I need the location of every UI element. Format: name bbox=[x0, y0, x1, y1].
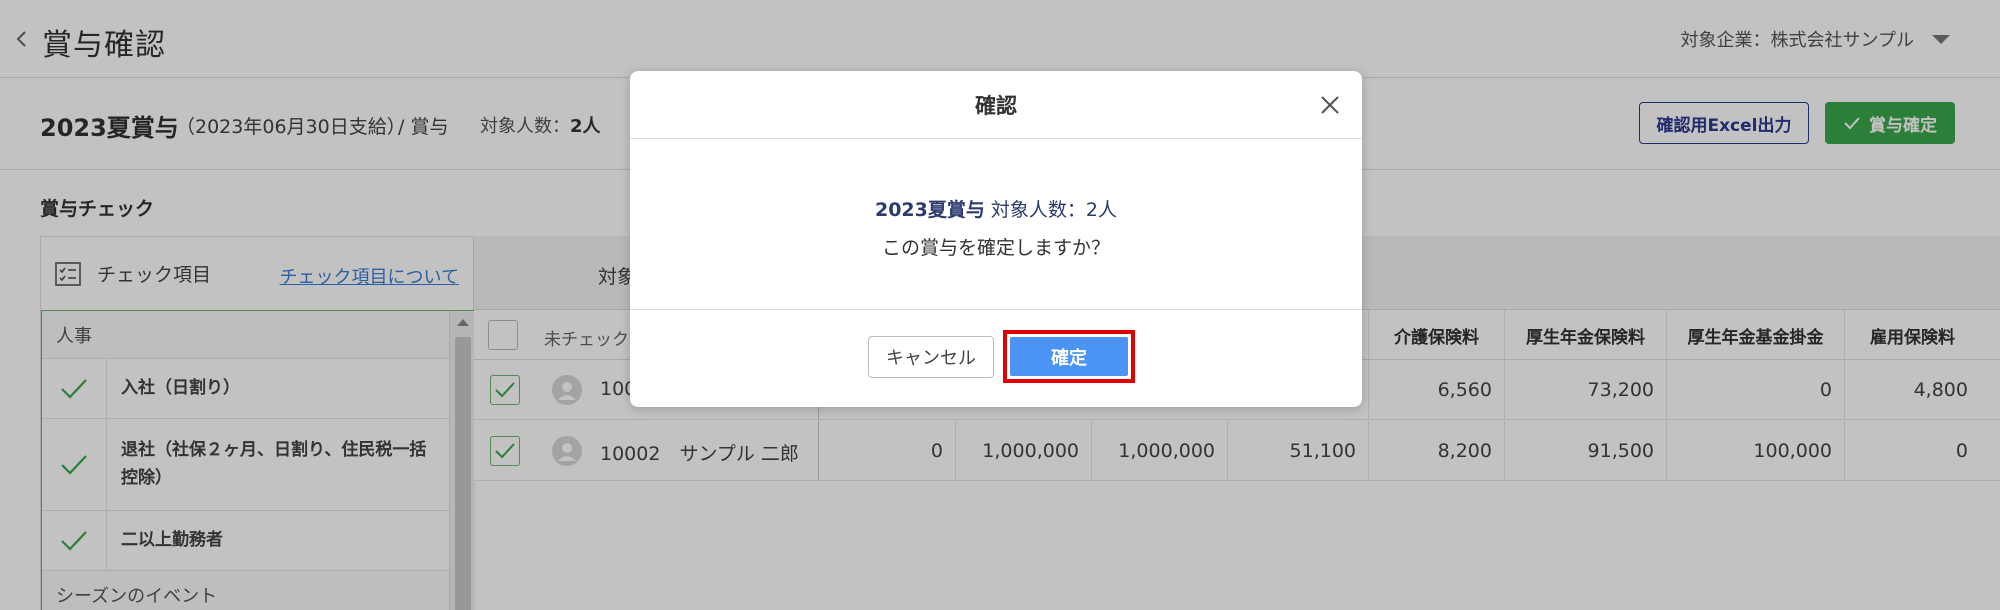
dialog-header: 確認 bbox=[630, 71, 1362, 139]
dialog-message: 2023夏賞与 対象人数：2人 bbox=[630, 195, 1362, 222]
dialog-body bbox=[630, 139, 1362, 310]
dialog-bonus-name: 2023夏賞与 bbox=[874, 199, 985, 221]
app-root: 賞与確認 対象企業：株式会社サンプル 2023夏賞与 （2023年06月30日支… bbox=[0, 0, 2000, 610]
dialog-target-count: 対象人数：2人 bbox=[984, 199, 1118, 221]
confirm-button[interactable]: 確定 bbox=[1010, 337, 1128, 376]
close-icon[interactable] bbox=[1318, 93, 1342, 117]
dialog-title: 確認 bbox=[975, 93, 1017, 118]
cancel-button[interactable]: キャンセル bbox=[868, 336, 994, 378]
confirm-dialog: 確認 2023夏賞与 対象人数：2人 この賞与を確定しますか？ キャンセル 確定 bbox=[630, 71, 1362, 407]
dialog-question: この賞与を確定しますか？ bbox=[881, 237, 1110, 259]
